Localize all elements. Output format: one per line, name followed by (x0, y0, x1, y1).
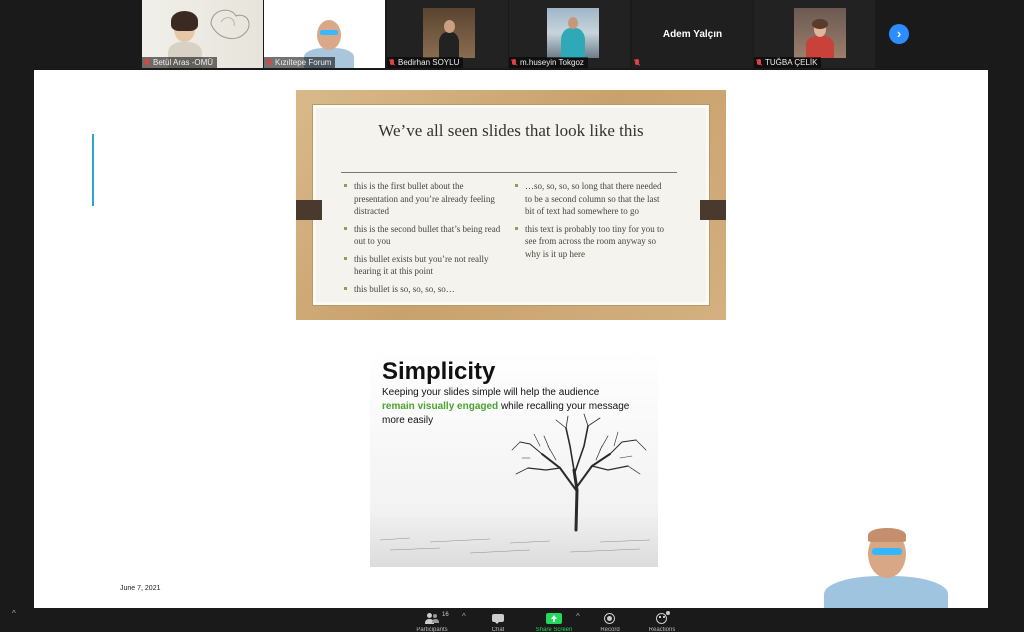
participant-video (423, 8, 475, 58)
mic-muted-icon (266, 58, 272, 67)
participant-name-label: m.huseyin Tokgoz (509, 57, 588, 68)
zoom-meeting-window: Betül Aras -OMÜ Kızıltepe Forum Bedirhan… (0, 0, 1024, 632)
gallery-next-page-button[interactable]: › (889, 24, 909, 44)
participant-video (794, 8, 846, 58)
participant-name-label: Betül Aras -OMÜ (142, 57, 218, 68)
record-label: Record (600, 627, 620, 632)
participant-name: Kızıltepe Forum (275, 58, 332, 67)
participant-video (547, 8, 599, 58)
chevron-up-icon[interactable]: ^ (12, 609, 16, 618)
participant-name-label: Bedirhan SOYLU (387, 57, 464, 68)
participant-tile[interactable]: m.huseyin Tokgoz (509, 0, 630, 68)
record-button[interactable]: Record (590, 610, 630, 632)
participants-label: Participants (416, 627, 448, 632)
participant-tile[interactable]: Betül Aras -OMÜ (142, 0, 263, 68)
chat-icon (491, 613, 505, 625)
chevron-right-icon: › (896, 26, 902, 41)
slide-bullets-left: this is the first bullet about the prese… (344, 180, 504, 300)
share-screen-label: Share Screen (535, 627, 573, 632)
participant-name: Bedirhan SOYLU (398, 58, 460, 67)
slide-title: Simplicity (382, 358, 496, 385)
meeting-toolbar: ^ 16 Participants ^ Chat Share Screen ^ … (0, 608, 1024, 632)
chevron-up-icon[interactable]: ^ (462, 612, 466, 621)
participant-name: m.huseyin Tokgoz (520, 58, 584, 67)
participants-button[interactable]: 16 Participants (412, 610, 452, 632)
slide-divider (341, 172, 677, 173)
slide-accent-bar (92, 134, 94, 206)
participant-name-label: TUĞBA ÇELİK (754, 57, 822, 68)
participant-name-label: Kızıltepe Forum (264, 57, 336, 68)
slide-title: We’ve all seen slides that look like thi… (378, 121, 644, 140)
presenter-video[interactable] (818, 520, 950, 608)
participants-count: 16 (442, 612, 449, 618)
slide-image-simplicity: Simplicity Keeping your slides simple wi… (370, 350, 658, 567)
participant-tile[interactable]: TUĞBA ÇELİK (754, 0, 875, 68)
slide-body-text: Keeping your slides simple will help the… (382, 387, 600, 398)
reactions-label: Reactions (648, 627, 676, 632)
bullet-item: …so, so, so, so long that there needed t… (515, 180, 667, 218)
participant-tile[interactable]: Bedirhan SOYLU (387, 0, 508, 68)
mic-muted-icon (511, 58, 517, 67)
record-icon (603, 613, 617, 625)
slide-date: June 7, 2021 (120, 585, 161, 592)
bullet-item: this bullet exists but you’re not really… (344, 253, 504, 278)
mic-muted-icon (389, 58, 395, 67)
participant-name: Adem Yalçın (662, 28, 723, 40)
reactions-icon (655, 611, 670, 625)
slide-image-cluttered: We’ve all seen slides that look like thi… (296, 90, 726, 320)
share-screen-icon (546, 613, 562, 625)
bullet-item: this is the first bullet about the prese… (344, 180, 504, 218)
chevron-up-icon[interactable]: ^ (576, 612, 580, 621)
participant-name: Betül Aras -OMÜ (153, 58, 214, 67)
share-screen-button[interactable]: Share Screen (534, 610, 574, 632)
mic-muted-icon (634, 58, 640, 67)
participant-gallery-strip: Betül Aras -OMÜ Kızıltepe Forum Bedirhan… (0, 0, 1024, 68)
chat-label: Chat (491, 627, 505, 632)
participant-tile-active-speaker[interactable]: Kızıltepe Forum (264, 0, 385, 68)
participant-name-label (632, 57, 647, 68)
chat-button[interactable]: Chat (478, 610, 518, 632)
slide-body: Keeping your slides simple will help the… (382, 386, 642, 428)
bullet-item: this is the second bullet that’s being r… (344, 223, 504, 248)
bullet-item: this text is probably too tiny for you t… (515, 223, 667, 261)
mic-muted-icon (756, 58, 762, 67)
reactions-button[interactable]: Reactions (642, 610, 682, 632)
bullet-item: this bullet is so, so, so, so… (344, 283, 504, 296)
frame-tab-left (296, 200, 322, 220)
mic-muted-icon (144, 58, 150, 67)
slide-bullets-right: …so, so, so, so long that there needed t… (515, 180, 667, 265)
participants-icon (425, 613, 439, 625)
frame-tab-right (700, 200, 726, 220)
participant-tile-video-off[interactable]: Adem Yalçın (632, 0, 753, 68)
participant-name: TUĞBA ÇELİK (765, 58, 818, 67)
slide-body-highlight: remain visually engaged (382, 401, 499, 412)
